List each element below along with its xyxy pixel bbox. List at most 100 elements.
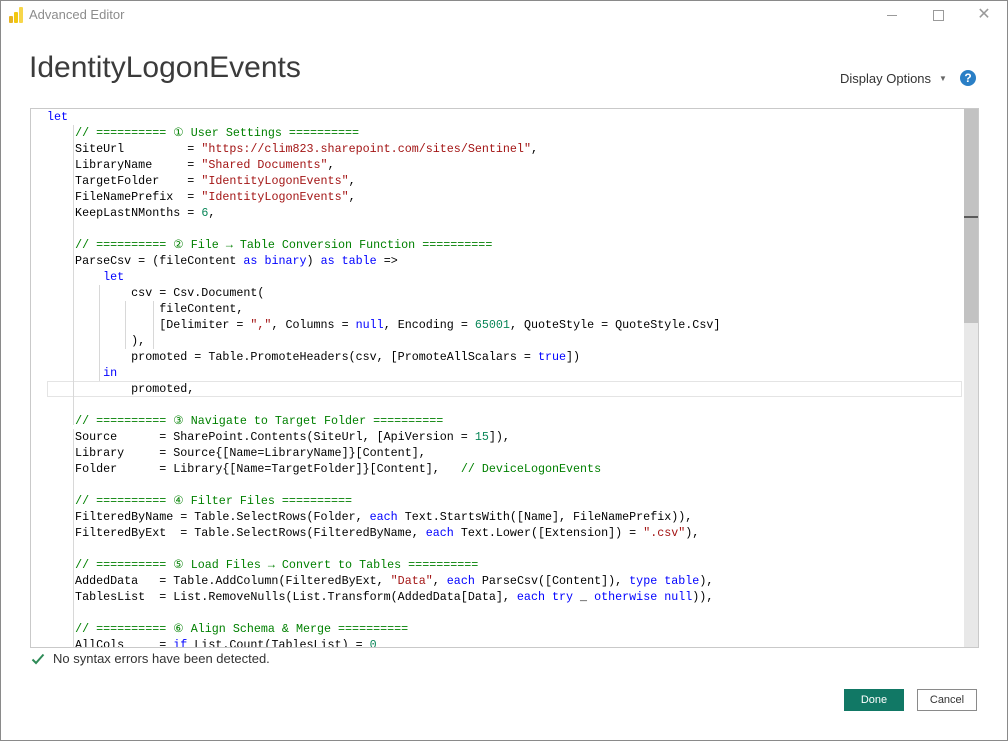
code-line[interactable]: FileNamePrefix = "IdentityLogonEvents", — [47, 189, 356, 205]
code-line[interactable]: promoted, — [47, 381, 194, 397]
display-options-dropdown[interactable]: Display Options ▼ — [840, 71, 947, 86]
cancel-button[interactable]: Cancel — [917, 689, 977, 711]
query-title: IdentityLogonEvents — [29, 51, 301, 84]
code-token: // ========== ⑤ Load Files → Convert to … — [75, 558, 479, 572]
code-line[interactable]: AddedData = Table.AddColumn(FilteredByEx… — [47, 573, 713, 589]
code-token: // ========== ④ Filter Files ========== — [75, 494, 353, 508]
code-token: FileNamePrefix = — [47, 190, 202, 204]
code-token: table — [664, 574, 700, 588]
maximize-icon — [932, 9, 944, 21]
code-line[interactable]: // ========== ① User Settings ========== — [47, 125, 359, 141]
code-token: ), — [685, 526, 700, 540]
code-token: , — [348, 174, 356, 188]
code-token: ]), — [488, 430, 510, 444]
code-line[interactable]: Source = SharePoint.Contents(SiteUrl, [A… — [47, 429, 510, 445]
code-line[interactable]: Folder = Library{[Name=TargetFolder]}[Co… — [47, 461, 601, 477]
code-token: LibraryName = — [47, 158, 202, 172]
code-token: ) — [306, 254, 321, 268]
code-line[interactable]: SiteUrl = "https://clim823.sharepoint.co… — [47, 141, 538, 157]
code-token: "," — [250, 318, 272, 332]
code-token: each — [446, 574, 475, 588]
code-token: ".csv" — [643, 526, 686, 540]
power-bi-icon — [9, 7, 23, 23]
code-token: Text.StartsWith([Name], FileNamePrefix))… — [397, 510, 693, 524]
close-icon: ✕ — [977, 6, 991, 23]
code-line[interactable]: // ========== ⑥ Align Schema & Merge ===… — [47, 621, 408, 637]
code-line[interactable]: // ========== ③ Navigate to Target Folde… — [47, 413, 443, 429]
code-line[interactable]: AllCols = if List.Count(TablesList) = 0 — [47, 637, 377, 647]
code-area[interactable]: let // ========== ① User Settings ======… — [31, 109, 962, 647]
maximize-button[interactable] — [915, 1, 961, 29]
code-token: in — [103, 366, 118, 380]
code-token: , — [208, 206, 216, 220]
code-line[interactable]: fileContent, — [47, 301, 243, 317]
code-token: [Delimiter = — [47, 318, 251, 332]
code-line[interactable]: // ========== ⑤ Load Files → Convert to … — [47, 557, 478, 573]
code-token: otherwise — [594, 590, 658, 604]
code-token: , Columns = — [271, 318, 356, 332]
code-token: null — [664, 590, 693, 604]
code-line[interactable]: TablesList = List.RemoveNulls(List.Trans… — [47, 589, 713, 605]
code-token: "Shared Documents" — [201, 158, 328, 172]
code-token: each — [516, 590, 545, 604]
code-token: let — [47, 110, 69, 124]
code-token: , — [530, 142, 538, 156]
code-line[interactable]: LibraryName = "Shared Documents", — [47, 157, 335, 173]
window-title: Advanced Editor — [29, 7, 125, 22]
code-token: as — [243, 254, 258, 268]
code-token: type — [629, 574, 658, 588]
syntax-status: No syntax errors have been detected. — [31, 651, 270, 666]
code-token: SiteUrl = — [47, 142, 202, 156]
code-token: as — [320, 254, 335, 268]
code-token: binary — [264, 254, 307, 268]
code-token: AddedData = Table.AddColumn(FilteredByEx… — [47, 574, 391, 588]
vertical-scrollbar[interactable] — [964, 109, 978, 647]
code-line[interactable]: let — [47, 109, 68, 125]
minimize-button[interactable] — [869, 1, 915, 29]
code-token: ParseCsv = (fileContent — [47, 254, 244, 268]
code-line[interactable]: [Delimiter = ",", Columns = null, Encodi… — [47, 317, 720, 333]
code-token: Text.Lower([Extension]) = — [453, 526, 644, 540]
code-token: => — [376, 254, 398, 268]
code-line[interactable]: TargetFolder = "IdentityLogonEvents", — [47, 173, 356, 189]
code-token: "Data" — [390, 574, 433, 588]
code-line[interactable]: in — [47, 365, 117, 381]
code-token: Library = Source{[Name=LibraryName]}[Con… — [47, 446, 426, 460]
code-token: let — [103, 270, 125, 284]
done-button[interactable]: Done — [844, 689, 904, 711]
code-token: table — [341, 254, 377, 268]
code-token: )), — [692, 590, 714, 604]
code-line[interactable]: // ========== ② File → Table Conversion … — [47, 237, 492, 253]
code-line[interactable]: let — [47, 269, 124, 285]
close-button[interactable]: ✕ — [961, 1, 1007, 29]
code-line[interactable]: ParseCsv = (fileContent as binary) as ta… — [47, 253, 398, 269]
code-token: each — [369, 510, 398, 524]
code-token: try — [552, 590, 574, 604]
checkmark-icon — [31, 653, 45, 664]
code-editor[interactable]: let // ========== ① User Settings ======… — [30, 108, 979, 648]
code-token: FilteredByExt = Table.SelectRows(Filtere… — [47, 526, 426, 540]
code-token: AllCols = — [47, 638, 174, 647]
title-bar: Advanced Editor ✕ — [1, 1, 1007, 29]
code-line[interactable]: ), — [47, 333, 145, 349]
code-line[interactable]: FilteredByExt = Table.SelectRows(Filtere… — [47, 525, 699, 541]
code-token: csv = Csv.Document( — [47, 286, 265, 300]
code-line[interactable]: FilteredByName = Table.SelectRows(Folder… — [47, 509, 692, 525]
code-token: ParseCsv([Content]), — [474, 574, 630, 588]
code-line[interactable]: promoted = Table.PromoteHeaders(csv, [Pr… — [47, 349, 580, 365]
code-token: each — [425, 526, 454, 540]
minimize-icon — [887, 14, 897, 16]
code-line[interactable]: KeepLastNMonths = 6, — [47, 205, 215, 221]
code-token: true — [537, 350, 567, 364]
chevron-down-icon: ▼ — [939, 74, 947, 83]
cursor-position-marker — [964, 216, 978, 218]
help-icon[interactable]: ? — [960, 70, 976, 86]
code-line[interactable]: csv = Csv.Document( — [47, 285, 264, 301]
code-token: 15 — [474, 430, 489, 444]
code-line[interactable]: Library = Source{[Name=LibraryName]}[Con… — [47, 445, 426, 461]
code-line[interactable]: // ========== ④ Filter Files ========== — [47, 493, 352, 509]
